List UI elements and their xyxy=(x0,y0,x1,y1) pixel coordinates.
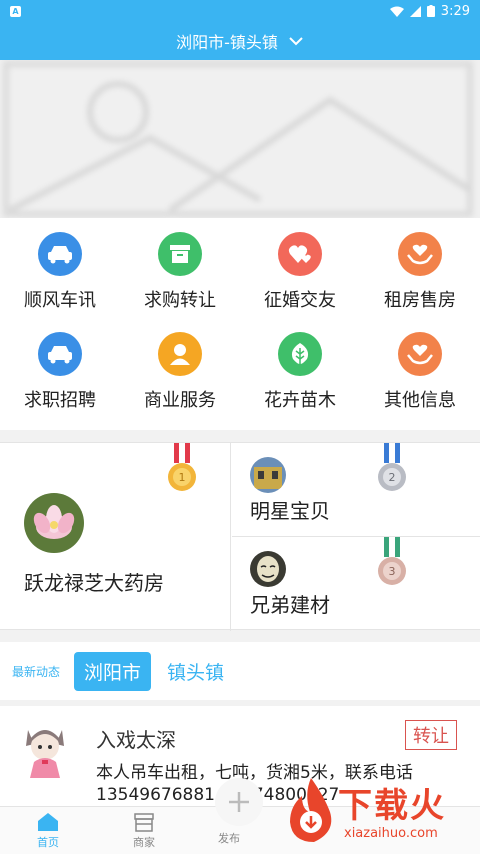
category-item[interactable]: 商业服务 xyxy=(120,332,240,432)
watermark-text: 下载火 xyxy=(338,786,446,826)
publish-label: 发布 xyxy=(218,832,240,845)
car-icon xyxy=(38,232,82,276)
home-icon xyxy=(38,812,58,831)
svg-text:1: 1 xyxy=(179,471,186,484)
category-label: 其他信息 xyxy=(384,390,456,411)
mask-avatar xyxy=(250,551,286,587)
flame-logo-icon xyxy=(290,778,332,842)
hand-heart-icon xyxy=(398,332,442,376)
bronze-medal-icon: 3 xyxy=(378,537,406,585)
featured-merchant-2[interactable]: 2 明星宝贝 xyxy=(232,443,480,537)
clock: 3:29 xyxy=(440,3,470,19)
category-item[interactable]: 求购转让 xyxy=(120,232,240,332)
category-label: 花卉苗木 xyxy=(264,390,336,411)
category-label: 顺风车讯 xyxy=(24,290,96,311)
user-avatar xyxy=(14,718,76,780)
category-item[interactable]: 其他信息 xyxy=(360,332,480,432)
store-icon xyxy=(134,812,154,832)
category-item[interactable]: 顺风车讯 xyxy=(0,232,120,332)
status-bar: A 3:29 xyxy=(0,0,480,22)
category-label: 租房售房 xyxy=(384,290,456,311)
category-label: 征婚交友 xyxy=(264,290,336,311)
person-icon xyxy=(158,332,202,376)
battery-icon xyxy=(426,5,435,17)
featured-merchant-3[interactable]: 3 兄弟建材 xyxy=(232,537,480,631)
banner-placeholder-image[interactable] xyxy=(0,60,480,218)
location-selector[interactable]: 浏阳市-镇头镇 xyxy=(0,22,480,60)
featured-name: 明星宝贝 xyxy=(250,499,330,523)
nav-merchant-label: 商家 xyxy=(133,835,155,849)
category-item[interactable]: 求职招聘 xyxy=(0,332,120,432)
signal-icon xyxy=(409,5,421,17)
location-title: 浏阳市-镇头镇 xyxy=(176,33,278,52)
category-item[interactable]: 征婚交友 xyxy=(240,232,360,332)
hearts-icon xyxy=(278,232,322,276)
nav-home[interactable]: 首页 xyxy=(0,807,96,854)
featured-merchants: 1 跃龙禄芝大药房 2 明星宝贝 3 兄弟建材 xyxy=(0,442,480,631)
tab-town[interactable]: 镇头镇 xyxy=(157,652,234,691)
gold-medal-icon: 1 xyxy=(168,443,196,491)
news-title: 入戏太深 xyxy=(96,728,176,752)
box-icon xyxy=(158,232,202,276)
leaf-icon xyxy=(278,332,322,376)
app-notification-icon: A xyxy=(10,5,21,17)
category-badge: 转让 xyxy=(405,720,457,750)
tab-city[interactable]: 浏阳市 xyxy=(74,651,152,691)
svg-text:2: 2 xyxy=(389,471,396,484)
category-grid: 顺风车讯 求购转让 征婚交友 租房售房求职招聘 商业服务 花卉苗木 其他信息 xyxy=(0,218,480,430)
silver-medal-icon: 2 xyxy=(378,443,406,491)
category-label: 求职招聘 xyxy=(24,390,96,411)
lotus-avatar xyxy=(24,493,84,553)
plus-icon xyxy=(229,792,249,812)
watermark-url: xiazaihuo.com xyxy=(344,826,438,841)
wifi-icon xyxy=(389,6,404,17)
publish-button[interactable] xyxy=(215,778,263,826)
latest-news-label: 最新动态 xyxy=(12,664,61,679)
news-tab-bar: 最新动态 浏阳市 镇头镇 xyxy=(0,642,480,700)
category-item[interactable]: 花卉苗木 xyxy=(240,332,360,432)
featured-name: 兄弟建材 xyxy=(250,593,330,617)
category-label: 求购转让 xyxy=(144,290,216,311)
svg-text:3: 3 xyxy=(389,565,396,578)
featured-merchant-1[interactable]: 1 跃龙禄芝大药房 xyxy=(0,443,231,631)
featured-name: 跃龙禄芝大药房 xyxy=(24,571,164,595)
store-avatar xyxy=(250,457,286,493)
nav-home-label: 首页 xyxy=(37,835,59,849)
car-icon xyxy=(38,332,82,376)
hand-heart-icon xyxy=(398,232,442,276)
category-item[interactable]: 租房售房 xyxy=(360,232,480,332)
category-label: 商业服务 xyxy=(144,390,216,411)
chevron-down-icon xyxy=(288,33,304,49)
watermark: 下载火 xiazaihuo.com xyxy=(280,772,480,854)
nav-merchant[interactable]: 商家 xyxy=(96,807,192,854)
